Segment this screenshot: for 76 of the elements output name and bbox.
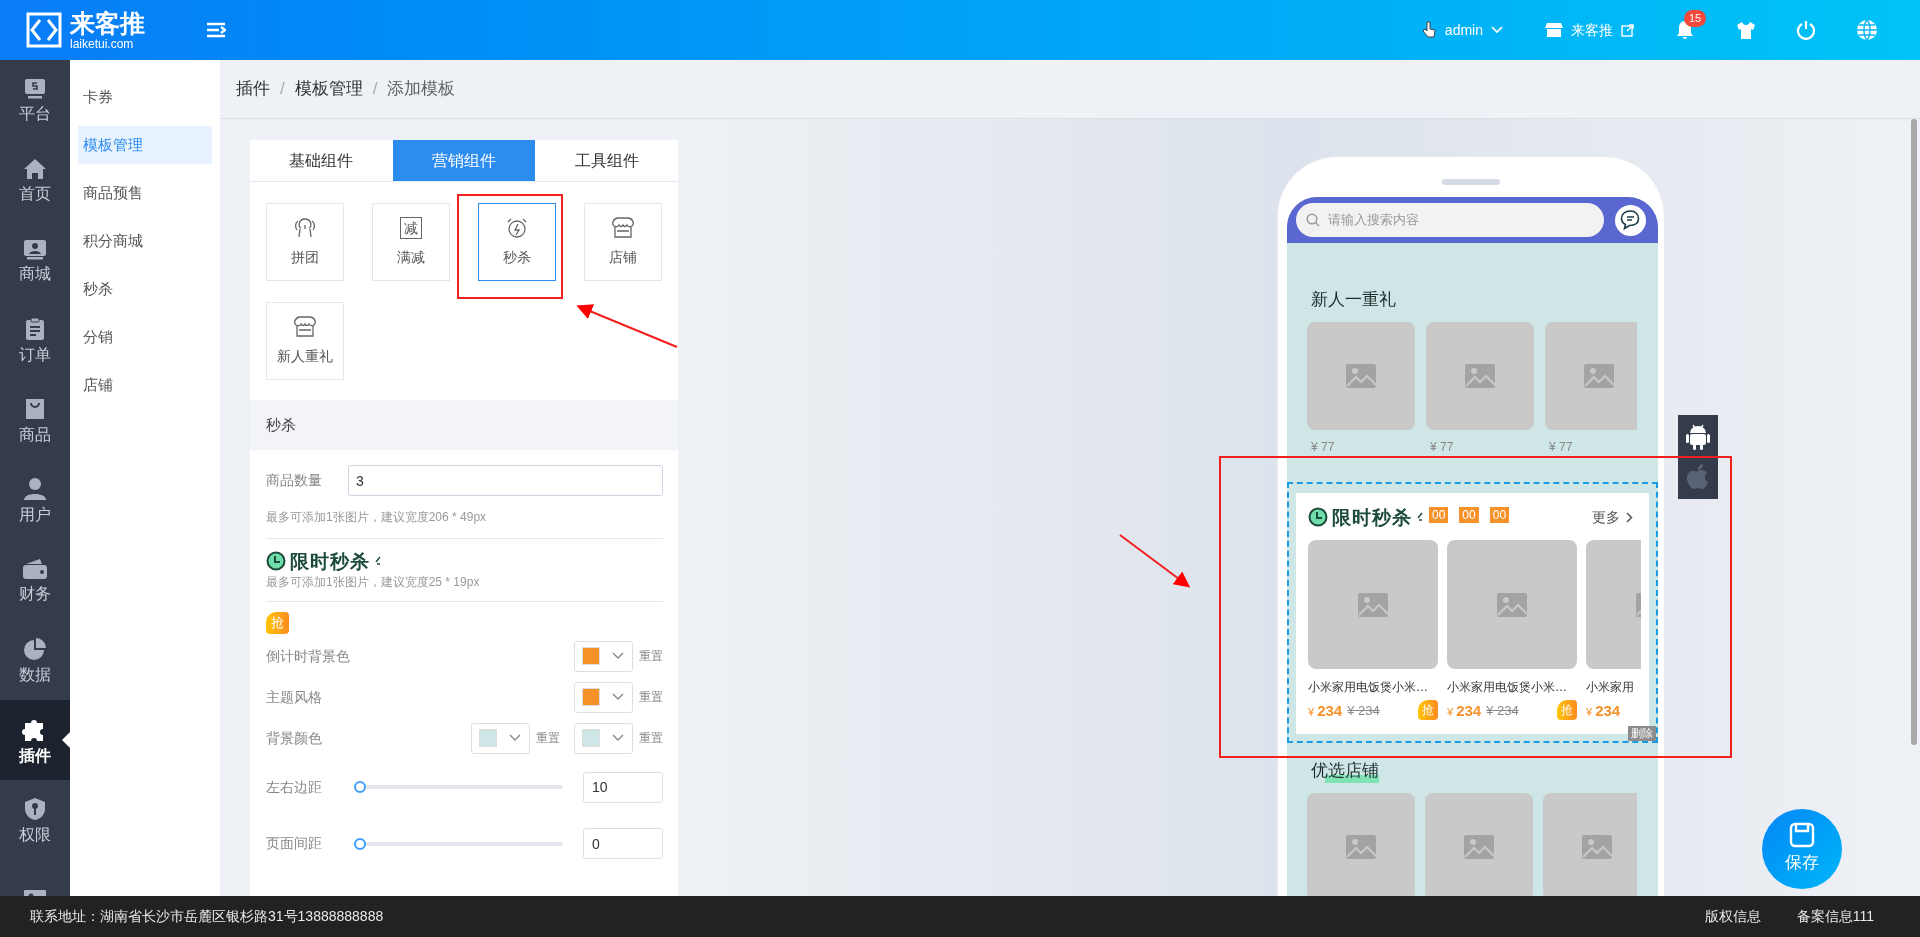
- settings-title: 秒杀: [266, 414, 296, 435]
- flash-sale-title: 限时秒杀: [1332, 507, 1412, 527]
- nav-item[interactable]: 权限: [0, 780, 70, 860]
- product-name: 小米家用电饭煲小米…: [1447, 679, 1568, 696]
- original-price: ¥ 234: [1347, 702, 1380, 720]
- field-label: 倒计时背景色: [266, 646, 350, 666]
- nav-item[interactable]: 订单: [0, 300, 70, 380]
- currency-sign: ¥: [1586, 704, 1593, 720]
- hint-text: 最多可添加1张图片，建议宽度206 * 49px: [266, 509, 488, 526]
- nav-item[interactable]: 插件: [0, 700, 70, 780]
- hint-text: 最多可添加1张图片，建议宽度25 * 19px: [266, 574, 481, 591]
- nav-item[interactable]: 商城: [0, 220, 70, 300]
- field-label: 商品数量: [266, 471, 323, 490]
- nav-item[interactable]: 数据: [0, 620, 70, 700]
- breadcrumb-separator: /: [372, 78, 378, 101]
- reset-link[interactable]: 重置: [639, 647, 663, 665]
- component-tile[interactable]: 拼团: [266, 203, 344, 281]
- footer-link[interactable]: 版权信息: [1704, 906, 1761, 927]
- section-title: 新人一重礼: [1310, 289, 1397, 311]
- logo-text: 来客推: [70, 10, 145, 36]
- sale-price: 234: [1317, 702, 1343, 720]
- more-link[interactable]: 更多: [1592, 506, 1633, 528]
- sidebar-item[interactable]: 商品预售: [78, 174, 212, 212]
- component-tile[interactable]: 减 满减: [372, 203, 450, 281]
- flash-sale-title: 限时秒杀: [290, 551, 370, 571]
- reset-link[interactable]: 重置: [536, 729, 560, 747]
- search-field[interactable]: 请输入搜索内容: [1296, 203, 1604, 237]
- quantity-field[interactable]: 3: [348, 465, 663, 496]
- original-price: ¥ 234: [1486, 702, 1519, 720]
- field-label: 页面间距: [266, 834, 323, 853]
- price-text: ¥ 77: [1310, 439, 1336, 456]
- product-name: 小米家用: [1586, 679, 1635, 696]
- reset-link[interactable]: 重置: [639, 688, 663, 706]
- nav-item[interactable]: 商品: [0, 380, 70, 460]
- breadcrumb-separator: /: [280, 78, 285, 101]
- component-tile[interactable]: 新人重礼: [266, 302, 344, 380]
- section-title: 优选店铺: [1311, 759, 1379, 783]
- breadcrumb-item[interactable]: 模板管理: [294, 76, 363, 102]
- price-text: ¥ 77: [1548, 439, 1574, 456]
- field-label: 背景颜色: [266, 728, 322, 748]
- currency-sign: ¥: [1447, 704, 1454, 720]
- currency-sign: ¥: [1308, 704, 1315, 720]
- logo-domain: laiketui.com: [70, 37, 135, 50]
- product-name: 小米家用电饭煲小米…: [1308, 679, 1429, 696]
- contact-address: 联系地址：湖南省长沙市岳麓区银杉路31号13888888888: [30, 907, 384, 926]
- grab-tag: 抢: [1557, 700, 1577, 720]
- sale-price: 234: [1595, 702, 1621, 720]
- grab-tag: 抢: [266, 612, 289, 634]
- sidebar-item[interactable]: 店铺: [78, 366, 212, 404]
- number-field[interactable]: 0: [583, 828, 663, 859]
- sidebar-item[interactable]: 分销: [78, 318, 212, 356]
- breadcrumb-item[interactable]: 插件: [236, 76, 270, 102]
- sidebar-item[interactable]: 积分商城: [78, 222, 212, 260]
- number-field[interactable]: 10: [583, 771, 663, 803]
- component-tile[interactable]: 秒杀: [478, 203, 556, 281]
- nav-item[interactable]: 首页: [0, 140, 70, 220]
- reset-link[interactable]: 重置: [639, 729, 663, 747]
- discount-icon: 减: [400, 216, 422, 239]
- component-tile[interactable]: 店铺: [584, 203, 662, 281]
- notification-badge: 15: [1684, 10, 1707, 27]
- sidebar-item[interactable]: 卡券: [78, 78, 212, 116]
- breadcrumb-item: 添加模板: [387, 78, 456, 101]
- sale-price: 234: [1456, 702, 1482, 720]
- grab-tag: 抢: [1418, 700, 1438, 720]
- nav-item[interactable]: 用户: [0, 460, 70, 540]
- countdown-digits: 00: [1489, 507, 1510, 523]
- price-text: ¥ 77: [1429, 439, 1455, 456]
- nav-item[interactable]: 财务: [0, 540, 70, 620]
- field-label: 主题风格: [266, 687, 322, 707]
- sidebar-item[interactable]: 秒杀: [78, 270, 212, 308]
- footer-link[interactable]: 备案信息111: [1796, 906, 1874, 927]
- countdown-digits: 00: [1429, 507, 1449, 523]
- field-label: 左右边距: [266, 777, 323, 797]
- nav-item[interactable]: 平台: [0, 60, 70, 140]
- countdown-digits: 00: [1459, 507, 1479, 523]
- selected-block[interactable]: 限时秒杀 00 00 00 更多 小米家用电饭煲小米… ¥ 234 ¥ 234 抢 小米家用电饭煲小米… ¥ 234 ¥ 234 抢 小米家用 ¥ 234 删除: [1287, 482, 1658, 743]
